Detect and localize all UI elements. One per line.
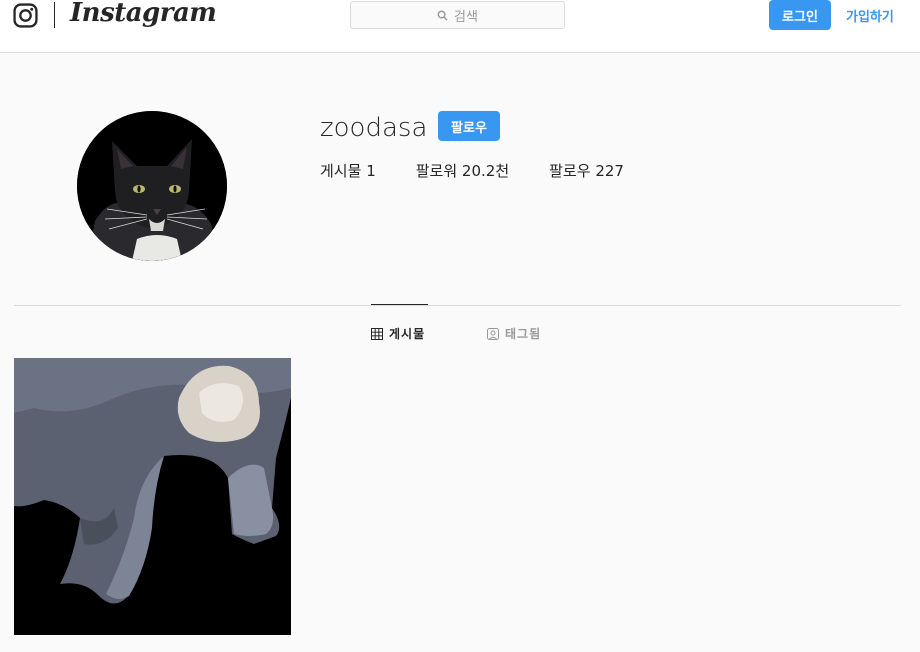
follow-button[interactable]: 팔로우	[438, 111, 500, 141]
search-icon	[437, 10, 448, 21]
tab-tagged-label: 태그됨	[505, 327, 542, 341]
profile-username: zoodasa	[320, 113, 428, 143]
profile-stats: 게시물 1 팔로워 20.2천 팔로우 227	[320, 160, 624, 181]
active-tab-indicator	[371, 304, 428, 305]
logo-divider	[54, 2, 55, 28]
followers-stat[interactable]: 팔로워 20.2천	[416, 160, 509, 181]
signup-link[interactable]: 가입하기	[846, 6, 894, 25]
tab-posts[interactable]: 게시물	[371, 325, 425, 342]
login-button[interactable]: 로그인	[769, 0, 831, 30]
avatar	[77, 111, 227, 261]
tab-divider	[14, 305, 901, 306]
following-label: 팔로우	[549, 162, 591, 180]
followers-count: 20.2천	[461, 162, 510, 180]
followers-label: 팔로워	[415, 162, 458, 180]
following-stat[interactable]: 팔로우 227	[549, 160, 624, 181]
instagram-camera-icon[interactable]	[13, 3, 38, 28]
post-thumbnail[interactable]	[14, 358, 291, 635]
instagram-wordmark[interactable]: Instagram	[70, 0, 217, 28]
tab-posts-label: 게시물	[389, 327, 426, 341]
tagged-icon	[487, 327, 499, 340]
posts-label: 게시물	[320, 162, 362, 180]
posts-count: 1	[366, 162, 376, 180]
tab-tagged[interactable]: 태그됨	[487, 325, 541, 342]
search-placeholder: 검색	[454, 9, 478, 25]
cat-photo-image	[77, 111, 227, 261]
posts-stat: 게시물 1	[320, 160, 376, 181]
search-input[interactable]: 검색	[350, 1, 565, 29]
cat-paws-image	[14, 358, 291, 635]
top-navbar: Instagram 검색 로그인 가입하기	[0, 0, 920, 53]
following-count: 227	[595, 162, 624, 180]
grid-icon	[371, 327, 383, 340]
